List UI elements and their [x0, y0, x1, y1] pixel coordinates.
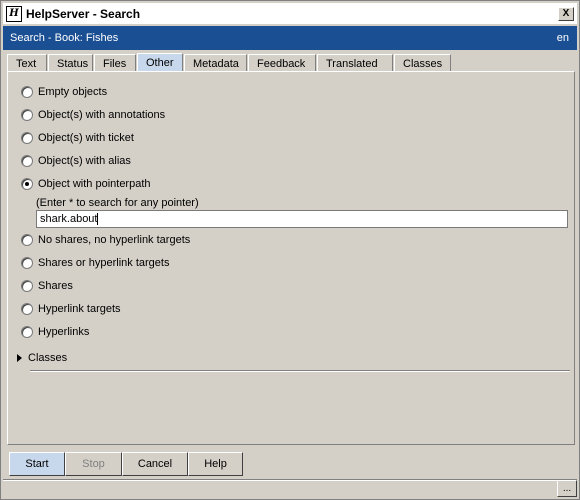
option-with-alias[interactable]: Object(s) with alias	[21, 153, 131, 169]
search-header: Search - Book: Fishes en	[3, 26, 577, 50]
radio-hyperlink-targets[interactable]	[21, 303, 33, 315]
window-title: HelpServer - Search	[26, 6, 141, 21]
stop-button[interactable]: Stop	[65, 452, 122, 476]
tab-feedback[interactable]: Feedback	[248, 54, 316, 72]
classes-separator	[30, 370, 570, 372]
classes-expander[interactable]: Classes	[17, 352, 67, 364]
option-with-pointerpath[interactable]: Object with pointerpath	[21, 176, 151, 192]
expand-triangle-icon[interactable]	[17, 354, 22, 362]
search-window: H HelpServer - Search X Search - Book: F…	[0, 0, 580, 500]
radio-with-pointerpath[interactable]	[21, 178, 33, 190]
option-label: Object with pointerpath	[38, 178, 151, 190]
radio-empty-objects[interactable]	[21, 86, 33, 98]
pointerpath-hint: (Enter * to search for any pointer)	[36, 197, 199, 209]
option-hyperlink-targets[interactable]: Hyperlink targets	[21, 301, 121, 317]
close-button[interactable]: X	[558, 6, 574, 21]
tab-classes[interactable]: Classes	[394, 54, 451, 72]
classes-label: Classes	[28, 352, 68, 364]
tab-translated[interactable]: Translated	[317, 54, 393, 72]
radio-shares[interactable]	[21, 280, 33, 292]
option-label: Object(s) with annotations	[38, 109, 166, 121]
other-tab-panel: Empty objects Object(s) with annotations…	[7, 71, 575, 445]
pointerpath-value: shark.about	[40, 213, 98, 225]
option-empty-objects[interactable]: Empty objects	[21, 84, 107, 100]
helpserver-app-icon: H	[6, 5, 22, 22]
help-button[interactable]: Help	[188, 452, 243, 476]
radio-with-alias[interactable]	[21, 155, 33, 167]
tab-files[interactable]: Files	[94, 54, 136, 72]
cancel-button[interactable]: Cancel	[122, 452, 188, 476]
option-label: Empty objects	[38, 86, 108, 98]
tab-text[interactable]: Text	[7, 54, 47, 72]
button-bar: Start Stop Cancel Help	[9, 452, 243, 476]
option-shares[interactable]: Shares	[21, 278, 73, 294]
option-with-annotations[interactable]: Object(s) with annotations	[21, 107, 165, 123]
tab-other[interactable]: Other	[137, 53, 183, 72]
option-label: No shares, no hyperlink targets	[38, 234, 191, 246]
radio-with-annotations[interactable]	[21, 109, 33, 121]
radio-shares-or-targets[interactable]	[21, 257, 33, 269]
option-label: Hyperlink targets	[38, 303, 121, 315]
radio-with-ticket[interactable]	[21, 132, 33, 144]
option-no-shares[interactable]: No shares, no hyperlink targets	[21, 232, 190, 248]
status-separator	[3, 479, 577, 481]
start-button[interactable]: Start	[9, 452, 65, 476]
option-label: Object(s) with ticket	[38, 132, 134, 144]
radio-no-shares[interactable]	[21, 234, 33, 246]
language-code: en	[556, 32, 569, 44]
option-hyperlinks[interactable]: Hyperlinks	[21, 324, 89, 340]
more-button[interactable]: ...	[557, 480, 577, 497]
option-label: Hyperlinks	[38, 326, 90, 338]
option-label: Object(s) with alias	[38, 155, 131, 167]
tab-strip: Text Status Files Other Metadata Feedbac…	[7, 53, 452, 72]
pointerpath-input[interactable]: shark.about	[36, 210, 568, 228]
option-with-ticket[interactable]: Object(s) with ticket	[21, 130, 134, 146]
option-label: Shares	[38, 280, 73, 292]
breadcrumb: Search - Book: Fishes	[10, 32, 119, 44]
radio-hyperlinks[interactable]	[21, 326, 33, 338]
tab-metadata[interactable]: Metadata	[184, 54, 247, 72]
option-shares-or-targets[interactable]: Shares or hyperlink targets	[21, 255, 169, 271]
option-label: Shares or hyperlink targets	[38, 257, 170, 269]
title-bar[interactable]: H HelpServer - Search X	[3, 3, 577, 24]
tab-status[interactable]: Status	[48, 54, 93, 72]
